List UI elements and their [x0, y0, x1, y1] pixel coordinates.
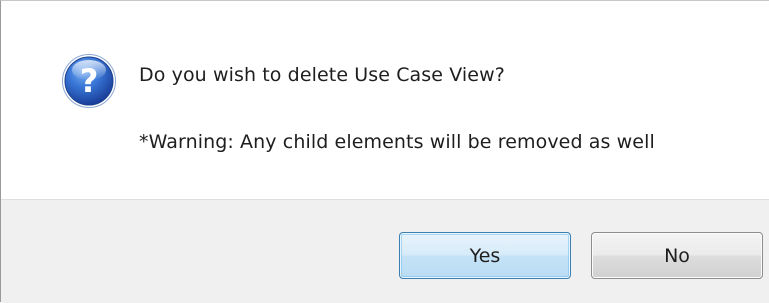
dialog-button-bar: Yes No: [1, 199, 769, 303]
dialog-message: Do you wish to delete Use Case View?: [139, 64, 505, 86]
confirm-delete-dialog: ? Do you wish to delete Use Case View? *…: [0, 0, 769, 303]
dialog-content: ? Do you wish to delete Use Case View? *…: [1, 1, 769, 199]
no-button[interactable]: No: [591, 232, 763, 279]
question-icon: ?: [62, 54, 116, 108]
svg-text:?: ?: [80, 62, 99, 100]
dialog-warning: *Warning: Any child elements will be rem…: [139, 131, 655, 153]
yes-button[interactable]: Yes: [399, 232, 571, 279]
